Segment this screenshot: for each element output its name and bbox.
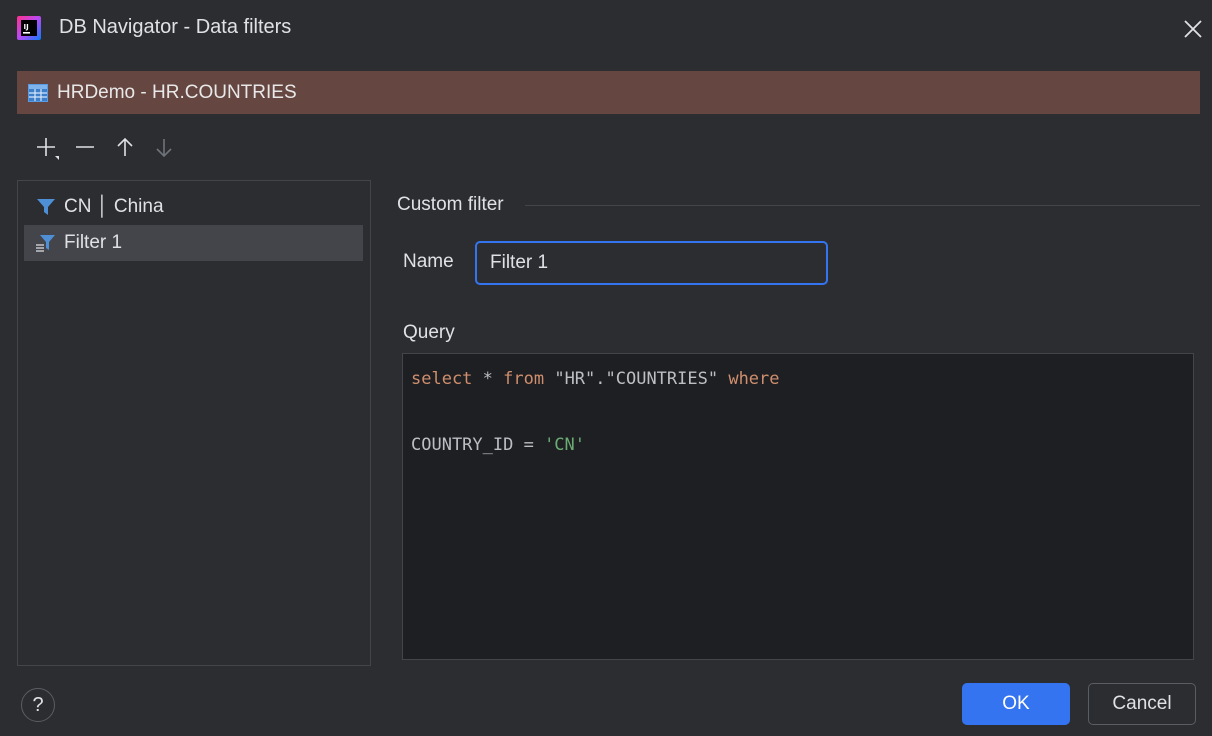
filter-item-cn-china[interactable]: CN │ China (24, 189, 363, 225)
filter-list: CN │ China Filter 1 (17, 180, 371, 666)
filter-name-input[interactable] (475, 241, 828, 285)
query-condition-column: COUNTRY_ID = (411, 435, 545, 455)
query-editor[interactable]: select * from "HR"."COUNTRIES" where COU… (402, 353, 1194, 660)
query-line-1: select * from "HR"."COUNTRIES" where (411, 367, 1193, 400)
cancel-button[interactable]: Cancel (1088, 683, 1196, 725)
title-bar: IJ DB Navigator - Data filters (0, 0, 1212, 56)
name-label: Name (403, 251, 454, 272)
close-icon[interactable] (1180, 16, 1206, 42)
intellij-app-icon: IJ (17, 16, 41, 40)
keyword-select: select (411, 369, 473, 389)
section-divider (525, 205, 1200, 206)
move-down-button[interactable] (151, 135, 177, 161)
help-button[interactable]: ? (21, 688, 55, 722)
query-star: * (472, 369, 504, 389)
add-filter-button[interactable] (34, 135, 60, 161)
filter-item-filter-1[interactable]: Filter 1 (24, 225, 363, 261)
query-label: Query (403, 322, 455, 343)
dataset-header: HRDemo - HR.COUNTRIES (17, 71, 1200, 114)
window-title: DB Navigator - Data filters (59, 16, 292, 38)
query-line-3: COUNTRY_ID = 'CN' (411, 433, 1193, 466)
move-up-button[interactable] (112, 135, 138, 161)
filter-item-label: CN │ China (64, 196, 164, 217)
svg-text:IJ: IJ (24, 23, 29, 31)
ok-button[interactable]: OK (962, 683, 1070, 725)
keyword-from: from (503, 369, 545, 389)
dataset-name: HRDemo - HR.COUNTRIES (57, 81, 297, 103)
section-title: Custom filter (397, 194, 504, 215)
custom-filter-icon (36, 235, 55, 252)
query-line-2 (411, 400, 1193, 433)
filter-icon (37, 199, 55, 215)
help-icon: ? (32, 693, 44, 716)
table-icon (28, 83, 48, 102)
filter-item-label: Filter 1 (64, 232, 123, 253)
remove-filter-button[interactable] (73, 135, 99, 161)
query-table: "HR"."COUNTRIES" (544, 369, 729, 389)
query-condition-value: 'CN' (544, 435, 586, 455)
keyword-where: where (728, 369, 780, 389)
